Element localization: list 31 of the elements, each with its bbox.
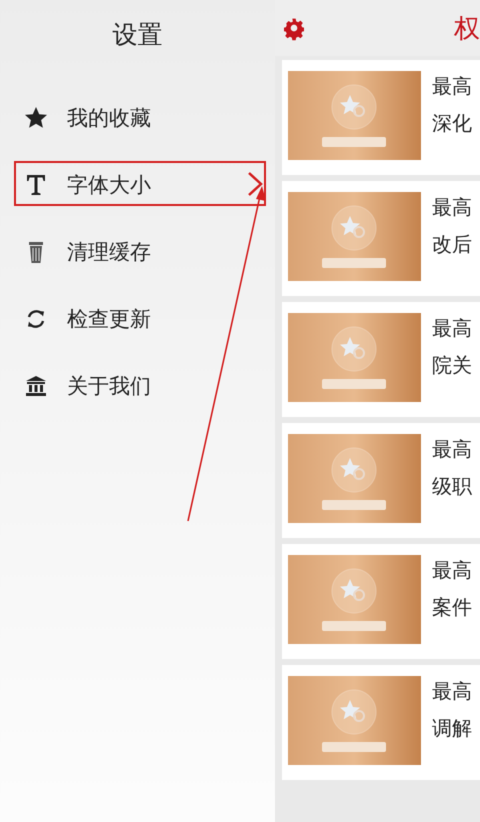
bank-icon	[25, 374, 47, 396]
article-title: 最高	[432, 557, 472, 584]
article-card[interactable]: 最高 案件	[282, 544, 480, 659]
article-title: 最高	[432, 678, 472, 705]
article-card[interactable]: 最高 改后	[282, 181, 480, 296]
article-card[interactable]: 最高 级职	[282, 423, 480, 538]
article-title: 最高	[432, 194, 472, 221]
article-title: 案件	[432, 594, 472, 621]
menu-item[interactable]: 关于我们	[0, 352, 275, 419]
menu-item[interactable]: 检查更新	[0, 285, 275, 352]
chevron-icon	[247, 170, 263, 196]
article-title: 最高	[432, 436, 472, 463]
article-title: 院关	[432, 352, 472, 379]
drawer-title: 设置	[112, 19, 164, 51]
page-title: 权	[454, 12, 480, 46]
article-title: 最高	[432, 315, 472, 342]
letter-t-icon	[26, 174, 46, 196]
star-icon	[24, 106, 48, 130]
menu-item[interactable]: 清理缓存	[0, 218, 275, 285]
article-card[interactable]: 最高 深化	[282, 60, 480, 175]
menu-item[interactable]: 我的收藏	[0, 84, 275, 151]
article-title: 调解	[432, 715, 472, 742]
article-title: 级职	[432, 473, 472, 500]
article-card[interactable]: 最高 调解	[282, 665, 480, 780]
article-card[interactable]: 最高 院关	[282, 302, 480, 417]
menu-item[interactable]: 字体大小	[0, 151, 275, 218]
article-title: 最高	[432, 73, 472, 100]
article-title: 改后	[432, 231, 472, 258]
trash-icon	[27, 240, 45, 264]
refresh-icon	[25, 308, 47, 330]
article-title: 深化	[432, 110, 472, 137]
